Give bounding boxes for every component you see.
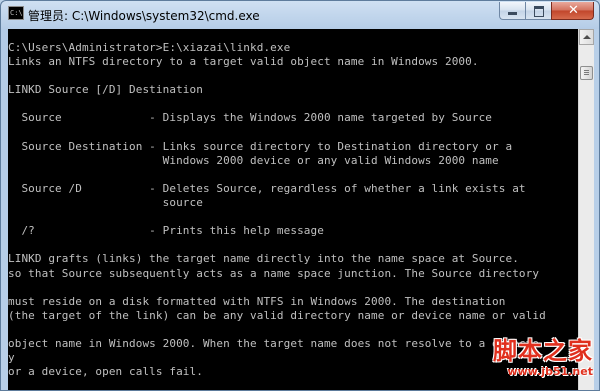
title-bar[interactable]: C:\ 管理员: C:\Windows\system32\cmd.exe ✕ (1, 1, 599, 29)
grip-line (584, 70, 589, 71)
vertical-scrollbar[interactable] (578, 29, 594, 390)
console-line: LINKD grafts (links) the target name dir… (8, 252, 519, 266)
console-line: C:\Users\Administrator>E:\xiazai\linkd.e… (8, 41, 291, 54)
console-text: C:\Users\Administrator>E:\xiazai\linkd.e… (8, 29, 578, 379)
console-line: Source - Displays the Windows 2000 name … (8, 111, 493, 125)
console-line: (the target of the link) can be any vali… (8, 308, 546, 322)
console-line: LINKD Source [/D] Destination (8, 83, 203, 97)
close-icon: ✕ (568, 3, 579, 18)
grip-line (584, 72, 589, 73)
minimize-button[interactable] (499, 2, 525, 20)
window-title: 管理员: C:\Windows\system32\cmd.exe (28, 9, 260, 23)
cmd-icon[interactable]: C:\ (8, 6, 24, 20)
minimize-icon (508, 12, 517, 15)
console-line: or a device, open calls fail. (8, 365, 203, 379)
close-button[interactable]: ✕ (551, 2, 594, 20)
console-line: Source /D - Deletes Source, regardless o… (8, 181, 526, 195)
console-line: source (8, 196, 203, 210)
maximize-button[interactable] (525, 2, 551, 20)
window-frame-right (594, 29, 599, 390)
console-line: so that Source subsequently acts as a na… (8, 266, 540, 280)
scrollbar-thumb[interactable] (580, 66, 593, 80)
grip-line (584, 74, 589, 75)
maximize-icon (534, 6, 544, 17)
console-line: /? - Prints this help message (8, 224, 324, 238)
cmd-window: C:\ 管理员: C:\Windows\system32\cmd.exe ✕ C… (0, 0, 600, 391)
console-output[interactable]: C:\Users\Administrator>E:\xiazai\linkd.e… (8, 29, 578, 390)
arrow-up-icon (583, 35, 591, 39)
scroll-up-button[interactable] (579, 29, 594, 45)
console-line: must reside on a disk formatted with NTF… (8, 294, 506, 308)
console-line: Windows 2000 device or any valid Windows… (8, 153, 499, 167)
console-line: y (8, 351, 15, 365)
window-controls: ✕ (499, 2, 594, 21)
console-line: object name in Windows 2000. When the ta… (8, 336, 540, 350)
console-line: Source Destination - Links source direct… (8, 139, 513, 153)
console-line: Links an NTFS directory to a target vali… (8, 55, 479, 69)
